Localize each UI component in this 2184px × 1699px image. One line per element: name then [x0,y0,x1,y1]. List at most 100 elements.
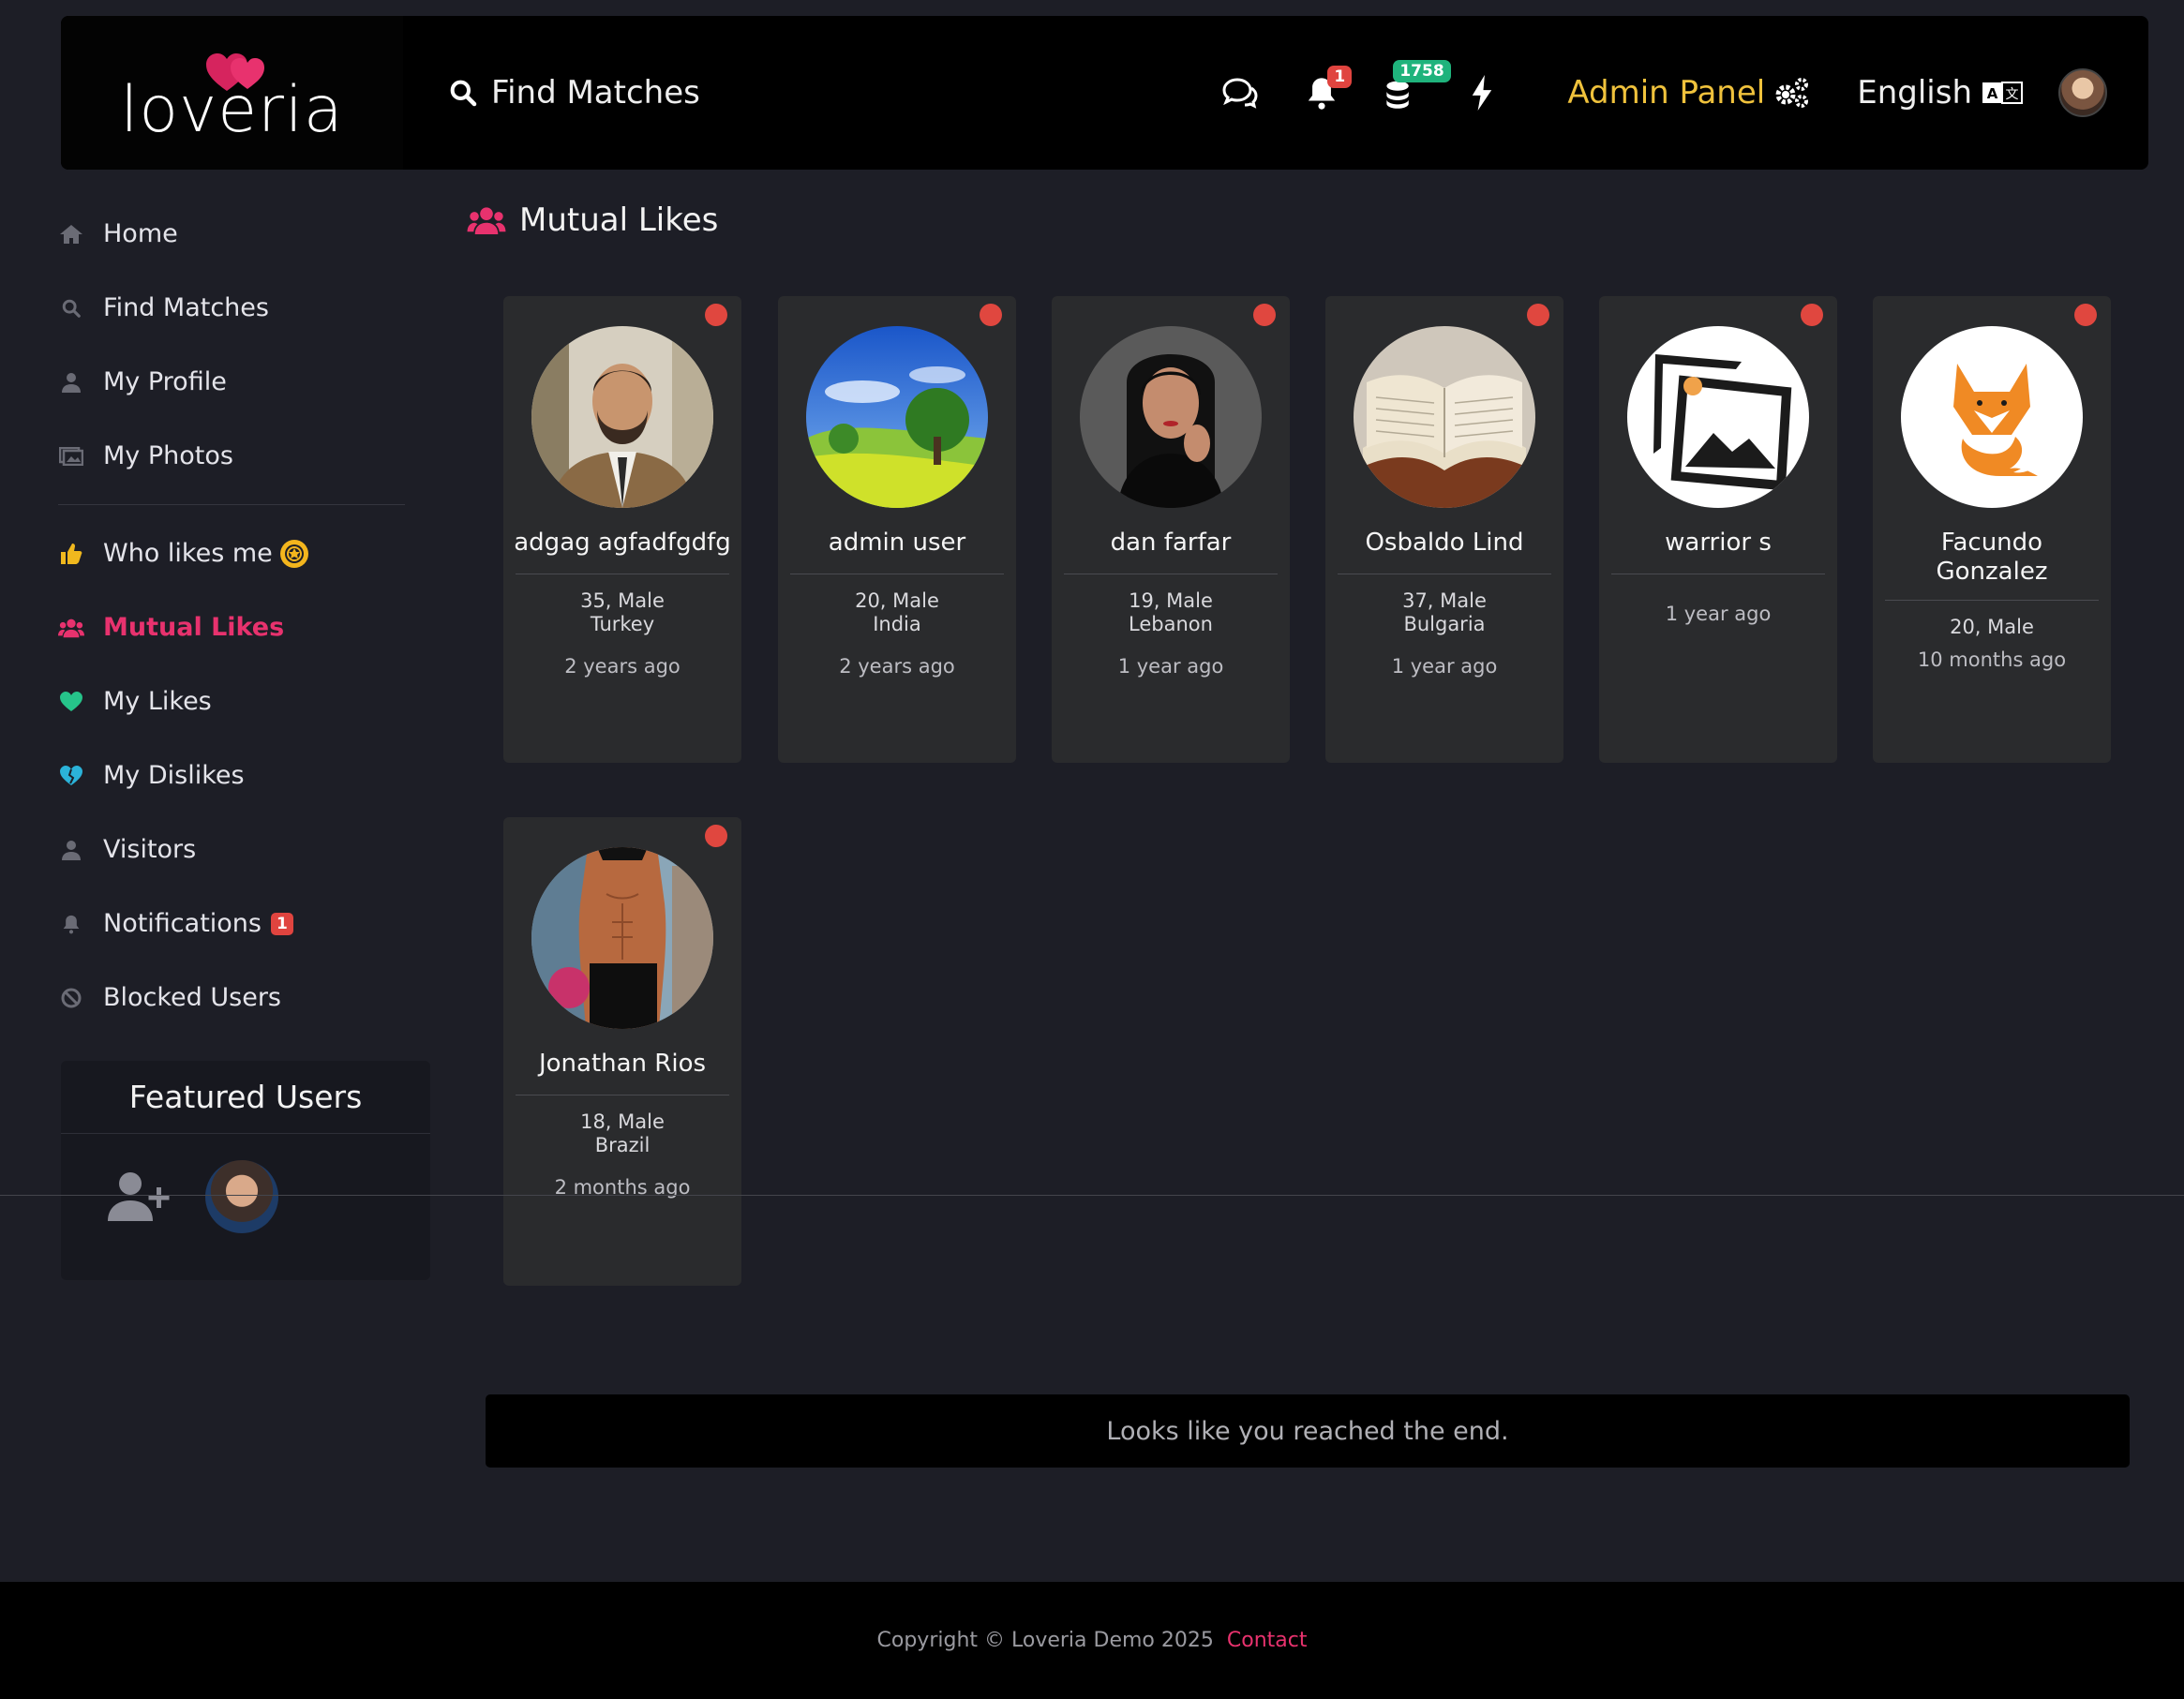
sidebar-item-my-dislikes[interactable]: My Dislikes [58,738,433,812]
user-photo [531,326,713,508]
sidebar-item-mutual-likes[interactable]: Mutual Likes [58,590,433,664]
user-avatar[interactable] [2058,68,2107,117]
boost-button[interactable] [1468,75,1496,111]
notification-count-badge: 1 [1327,66,1353,88]
svg-text:文: 文 [2006,87,2019,102]
home-icon [60,224,82,244]
user-age-gender: 18, Male [580,1110,665,1133]
language-label: English [1857,74,1972,112]
hearts-logo-icon [206,53,264,91]
page-title-text: Mutual Likes [519,201,719,239]
user-meta: 20, Male [1950,616,2034,639]
sidebar-item-my-photos[interactable]: My Photos [58,419,433,493]
admin-panel-label: Admin Panel [1567,74,1766,112]
photos-icon [59,446,83,466]
top-header: loveria Find Matches 1 1758 Admin Panel … [61,16,2148,170]
sidebar-item-label: My Likes [103,687,212,716]
language-selector[interactable]: English A 文 [1857,74,2023,112]
sidebar-item-label: Find Matches [103,293,269,322]
sidebar-item-my-likes[interactable]: My Likes [58,664,433,738]
user-card[interactable]: Jonathan Rios 18, Male Brazil 2 months a… [503,817,741,1286]
end-of-list-message: Looks like you reached the end. [486,1394,2130,1468]
notifications-badge: 1 [271,912,293,935]
language-icon: A 文 [1982,82,2023,104]
find-matches-link[interactable]: Find Matches [448,74,700,112]
featured-users-panel: Featured Users [61,1061,430,1280]
user-age-gender: 19, Male [1129,589,1213,612]
user-photo [1080,326,1262,508]
user-age-gender: 20, Male [855,589,939,612]
notifications-button[interactable]: 1 [1303,66,1353,111]
user-country: Brazil [594,1134,651,1156]
user-icon [62,840,81,860]
user-name: adgag agfadfgdfg [514,529,731,557]
users-icon [58,618,84,637]
sidebar-item-label: My Dislikes [103,761,245,790]
card-divider [1885,600,2099,601]
user-photo [806,326,988,508]
lightning-icon [1473,75,1492,111]
sidebar-item-find-matches[interactable]: Find Matches [58,271,433,345]
online-status-dot [1527,304,1549,326]
sidebar-item-my-profile[interactable]: My Profile [58,345,433,419]
sidebar-item-who-likes-me[interactable]: Who likes me [58,516,433,590]
sidebar-item-label: Mutual Likes [103,613,285,642]
sidebar-item-notifications[interactable]: Notifications 1 [58,887,433,961]
bell-icon [63,915,80,933]
sidebar-item-label: Visitors [103,835,197,864]
add-user-icon[interactable] [108,1170,172,1223]
ban-icon [61,988,82,1007]
sidebar-item-home[interactable]: Home [58,197,433,271]
user-country: Lebanon [1129,613,1213,635]
logo[interactable]: loveria [61,16,403,170]
user-photo [531,847,713,1029]
user-meta: 35, Male Turkey [580,589,665,636]
sidebar-nav: Home Find Matches My Profile My Photos W… [58,197,433,1035]
sidebar-item-label: Blocked Users [103,983,282,1012]
user-card[interactable]: Facundo Gonzalez 20, Male 10 months ago [1873,296,2111,763]
sidebar-divider [58,504,405,505]
credits-count-badge: 1758 [1393,60,1451,82]
heart-icon [60,691,82,711]
thumbs-up-icon [61,543,82,564]
chat-icon [1222,78,1258,109]
broken-heart-icon [60,765,82,785]
user-card[interactable]: Osbaldo Lind 37, Male Bulgaria 1 year ag… [1325,296,1563,763]
search-icon [62,299,81,318]
footer: Copyright © Loveria Demo 2025 Contact [0,1582,2184,1699]
page-title: Mutual Likes [467,201,718,239]
user-age-gender: 35, Male [580,589,665,612]
online-status-dot [2074,304,2097,326]
user-meta: 18, Male Brazil [580,1110,665,1157]
online-status-dot [705,825,727,847]
messages-button[interactable] [1220,77,1258,109]
admin-panel-link[interactable]: Admin Panel [1567,74,1810,112]
image-not-found-icon [1627,326,1809,508]
premium-badge-icon [279,539,308,568]
search-icon [450,80,477,107]
featured-user-avatar[interactable] [205,1160,278,1233]
user-card[interactable]: warrior s 1 year ago [1599,296,1837,763]
contact-link[interactable]: Contact [1227,1629,1308,1652]
liked-time: 2 years ago [564,655,681,678]
user-card[interactable]: adgag agfadfgdfg 35, Male Turkey 2 years… [503,296,741,763]
user-name: Jonathan Rios [538,1050,707,1078]
liked-time: 10 months ago [1917,648,2067,671]
sidebar-item-label: Home [103,219,178,248]
sidebar-item-blocked-users[interactable]: Blocked Users [58,961,433,1035]
sidebar-item-visitors[interactable]: Visitors [58,812,433,887]
user-name: admin user [828,529,966,557]
svg-text:A: A [1987,85,1998,102]
credits-button[interactable]: 1758 [1382,60,1451,111]
user-card[interactable]: dan farfar 19, Male Lebanon 1 year ago [1052,296,1290,763]
users-icon [467,207,506,234]
sidebar-item-label: Notifications [103,909,262,938]
user-card[interactable]: admin user 20, Male India 2 years ago [778,296,1016,763]
find-matches-label: Find Matches [491,74,700,112]
user-meta: 37, Male Bulgaria [1402,589,1487,636]
user-name: Osbaldo Lind [1365,529,1524,557]
user-meta: 20, Male India [855,589,939,636]
copyright-text: Copyright © Loveria Demo 2025 [876,1629,1214,1652]
online-status-dot [1801,304,1823,326]
user-photo [1627,326,1809,508]
